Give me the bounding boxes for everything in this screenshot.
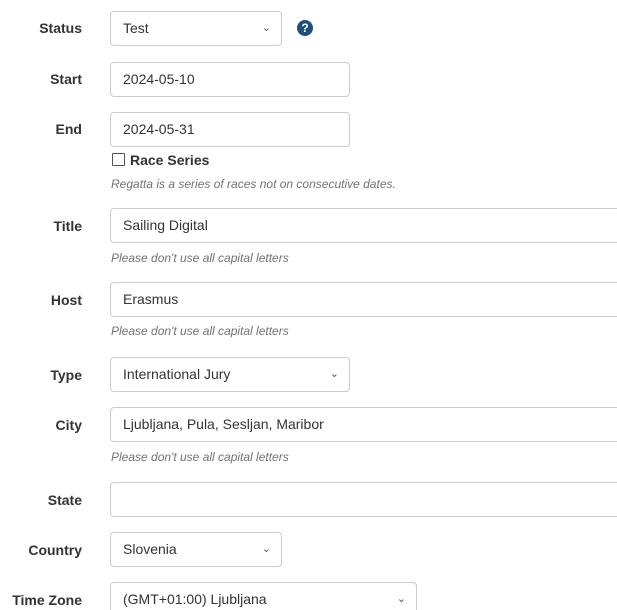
chevron-down-icon: ⌄ [329,368,339,380]
state-label: State [47,492,82,508]
title-value: Sailing Digital [123,217,208,233]
race-series-checkbox-row[interactable]: Race Series [112,152,209,168]
chevron-down-icon: ⌄ [261,22,271,34]
city-value: Ljubljana, Pula, Sesljan, Maribor [123,416,324,432]
status-value: Test [123,20,149,36]
start-label: Start [50,71,82,87]
state-input[interactable] [110,482,617,517]
host-value: Erasmus [123,291,179,307]
country-label: Country [28,542,82,558]
country-select[interactable]: Slovenia ⌄ [110,532,282,567]
status-label: Status [39,20,82,36]
race-series-label: Race Series [130,152,210,168]
type-select[interactable]: International Jury ⌄ [110,357,350,392]
timezone-select[interactable]: (GMT+01:00) Ljubljana ⌄ [110,582,417,610]
type-label: Type [50,367,82,383]
end-date-input[interactable]: 2024-05-31 [110,112,350,147]
title-help: Please don't use all capital letters [111,251,289,265]
host-help: Please don't use all capital letters [111,324,289,338]
timezone-value: (GMT+01:00) Ljubljana [123,591,267,607]
question-circle-icon[interactable]: ? [297,20,313,36]
end-label: End [55,121,82,137]
city-help: Please don't use all capital letters [111,450,289,464]
timezone-label: Time Zone [12,592,82,608]
country-value: Slovenia [123,541,177,557]
host-label: Host [50,292,82,308]
chevron-down-icon: ⌄ [261,543,271,555]
end-date-value: 2024-05-31 [123,121,195,137]
unchecked-checkbox-icon[interactable] [112,153,125,166]
race-series-help: Regatta is a series of races not on cons… [111,177,396,191]
start-date-input[interactable]: 2024-05-10 [110,62,350,97]
status-select[interactable]: Test ⌄ [110,11,282,46]
start-date-value: 2024-05-10 [123,71,195,87]
city-input[interactable]: Ljubljana, Pula, Sesljan, Maribor [110,407,617,442]
host-input[interactable]: Erasmus [110,282,617,317]
title-input[interactable]: Sailing Digital [110,208,617,243]
type-value: International Jury [123,366,231,382]
chevron-down-icon: ⌄ [396,593,406,605]
title-label: Title [53,218,82,234]
city-label: City [55,417,82,433]
